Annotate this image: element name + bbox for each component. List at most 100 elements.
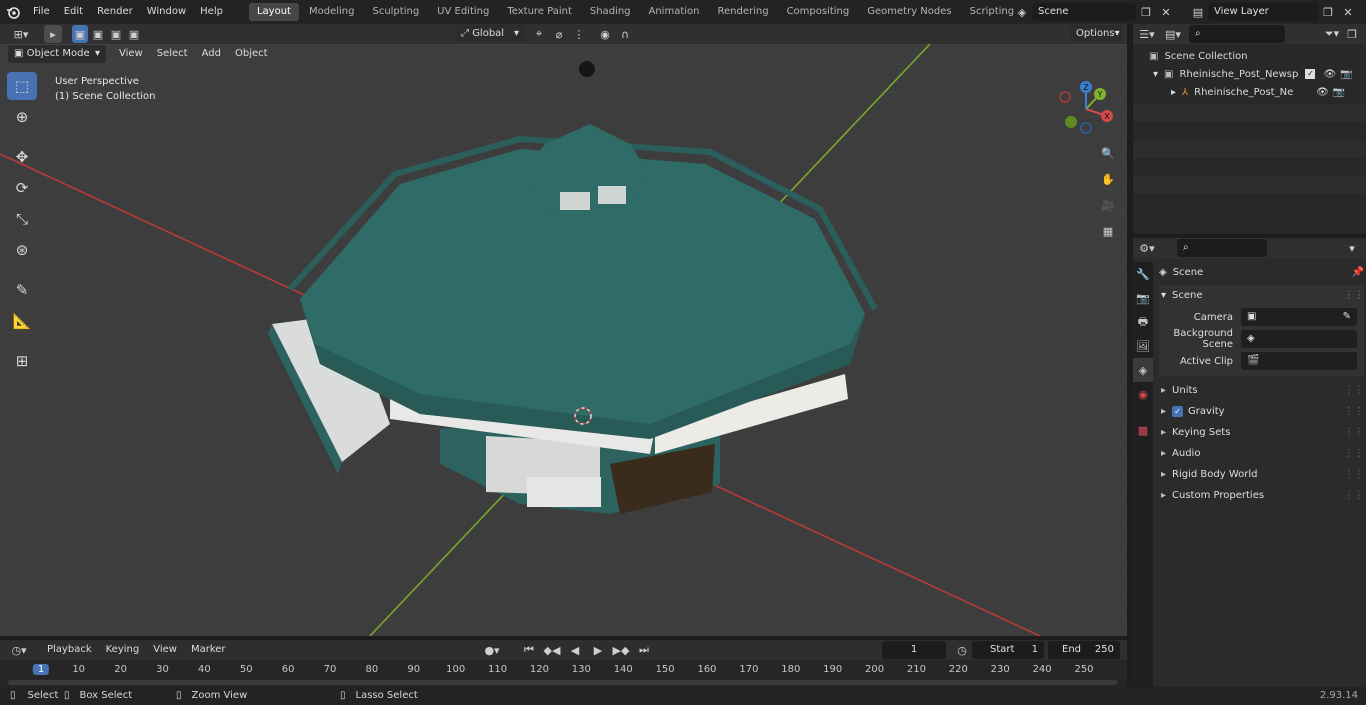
scene-tab-icon[interactable]: ◈ bbox=[1133, 358, 1153, 382]
editor-type-icon[interactable]: ◷▾ bbox=[6, 641, 32, 659]
drag-handle-icon[interactable]: ⋮⋮ bbox=[1344, 406, 1364, 417]
pan-hand-icon[interactable]: ✋ bbox=[1097, 168, 1119, 190]
play-reverse-icon[interactable]: ◀ bbox=[565, 641, 585, 659]
pin-icon[interactable]: 📌 bbox=[1352, 267, 1364, 278]
section-gravity[interactable]: ▸ ✓ Gravity ⋮⋮ bbox=[1159, 401, 1364, 422]
end-frame-field[interactable]: End 250 bbox=[1048, 641, 1120, 659]
timeline-menu-view[interactable]: View bbox=[146, 641, 184, 659]
transform-tool-icon[interactable]: ⊛ bbox=[7, 236, 37, 264]
expand-arrow-icon[interactable]: ▾ bbox=[1153, 69, 1158, 80]
navigation-gizmo[interactable]: X Y Z bbox=[1055, 78, 1117, 140]
world-tab-icon[interactable]: ◉ bbox=[1133, 382, 1153, 406]
cursor-tool-icon[interactable]: ⊕ bbox=[7, 103, 37, 131]
select-box-tool-icon[interactable]: ⬚ bbox=[7, 72, 37, 100]
ortho-grid-icon[interactable]: ▦ bbox=[1097, 220, 1119, 242]
texture-tab-icon[interactable]: ▩ bbox=[1133, 418, 1153, 442]
mode-dropdown[interactable]: ▣ Object Mode ▾ bbox=[8, 45, 106, 63]
record-icon[interactable]: ●▾ bbox=[482, 641, 502, 659]
rotate-tool-icon[interactable]: ⟳ bbox=[7, 174, 37, 202]
drag-handle-icon[interactable]: ⋮⋮ bbox=[1344, 469, 1364, 480]
outliner-search-input[interactable]: ⌕ bbox=[1189, 25, 1285, 43]
select-new-icon[interactable]: ▣ bbox=[72, 25, 88, 43]
3d-viewport[interactable]: User Perspective (1) Scene Collection ⬚ … bbox=[0, 44, 1127, 636]
tab-shading[interactable]: Shading bbox=[582, 3, 639, 21]
add-cube-tool-icon[interactable]: ⊞ bbox=[7, 347, 37, 375]
section-rigid-body-world[interactable]: ▸ Rigid Body World ⋮⋮ bbox=[1159, 464, 1364, 485]
property-field-camera[interactable]: ▣ ✎ bbox=[1241, 308, 1357, 326]
measure-tool-icon[interactable]: 📐 bbox=[7, 307, 37, 335]
timeline-menu-playback[interactable]: Playback bbox=[40, 641, 99, 659]
jump-start-icon[interactable]: ⏮ bbox=[519, 641, 539, 659]
tab-rendering[interactable]: Rendering bbox=[709, 3, 776, 21]
menu-render[interactable]: Render bbox=[90, 0, 140, 24]
expand-arrow-icon[interactable]: ▸ bbox=[1171, 87, 1176, 98]
outliner-scene-collection[interactable]: ▣ Scene Collection bbox=[1133, 47, 1366, 65]
tab-sculpting[interactable]: Sculpting bbox=[364, 3, 427, 21]
tab-layout[interactable]: Layout bbox=[248, 3, 299, 21]
outliner-item[interactable]: ▸ ⅄ Rheinische_Post_Newspa 👁 📷 bbox=[1133, 83, 1366, 101]
chevron-down-icon[interactable]: ▾ bbox=[1342, 239, 1362, 257]
eye-icon[interactable]: 👁 bbox=[1323, 69, 1336, 80]
outliner-item[interactable]: ▾ ▣ Rheinische_Post_Newspaper_ ✓ 👁 📷 bbox=[1133, 65, 1366, 83]
section-keying-sets[interactable]: ▸ Keying Sets ⋮⋮ bbox=[1159, 422, 1364, 443]
editor-type-icon[interactable]: ☰▾ bbox=[1137, 25, 1157, 43]
menu-file[interactable]: File bbox=[26, 0, 57, 24]
tab-modeling[interactable]: Modeling bbox=[301, 3, 363, 21]
menu-window[interactable]: Window bbox=[140, 0, 193, 24]
falloff-icon[interactable]: ∩ bbox=[615, 25, 635, 43]
property-field-background-scene[interactable]: ◈ bbox=[1241, 330, 1357, 348]
snap-icon[interactable]: ⌀ bbox=[549, 25, 569, 43]
exclude-checkbox-icon[interactable]: ✓ bbox=[1305, 69, 1316, 79]
tab-compositing[interactable]: Compositing bbox=[779, 3, 858, 21]
current-frame-field[interactable]: 1 bbox=[882, 641, 946, 659]
prev-keyframe-icon[interactable]: ◆◀ bbox=[542, 641, 562, 659]
section-units[interactable]: ▸ Units ⋮⋮ bbox=[1159, 380, 1364, 401]
pivot-point-icon[interactable]: ⌖ bbox=[529, 25, 549, 43]
transform-orientation-dropdown[interactable]: ⤢ Global ▾ bbox=[455, 25, 525, 43]
jump-end-icon[interactable]: ⏭ bbox=[634, 641, 654, 659]
move-tool-icon[interactable]: ✥ bbox=[7, 143, 37, 171]
tab-uv-editing[interactable]: UV Editing bbox=[429, 3, 497, 21]
start-frame-field[interactable]: Start 1 bbox=[972, 641, 1044, 659]
tab-geometry-nodes[interactable]: Geometry Nodes bbox=[859, 3, 959, 21]
tab-texture-paint[interactable]: Texture Paint bbox=[499, 3, 580, 21]
frame-ruler[interactable]: 1 10 20 30 40 50 60 70 80 90 100 110 120 130 140 150 160… bbox=[0, 660, 1127, 687]
current-frame-marker[interactable]: 1 bbox=[32, 664, 50, 675]
select-subtract-icon[interactable]: ▣ bbox=[108, 25, 124, 43]
property-field-active-clip[interactable]: 🎬 bbox=[1241, 352, 1357, 370]
play-icon[interactable]: ▶ bbox=[588, 641, 608, 659]
drag-handle-icon[interactable]: ⋮⋮ bbox=[1344, 385, 1364, 396]
new-view-layer-icon[interactable]: ❐ bbox=[1318, 3, 1338, 21]
viewport-scene[interactable] bbox=[0, 44, 1127, 636]
eyedropper-icon[interactable]: ✎ bbox=[1343, 308, 1351, 326]
gravity-checkbox[interactable]: ✓ bbox=[1172, 406, 1184, 417]
viewport-menu-add[interactable]: Add bbox=[195, 45, 228, 63]
drag-handle-icon[interactable]: ⋮⋮ bbox=[1344, 427, 1364, 438]
scale-tool-icon[interactable]: ⤡ bbox=[7, 205, 37, 233]
select-extend-icon[interactable]: ▣ bbox=[90, 25, 106, 43]
editor-type-icon[interactable]: ⚙▾ bbox=[1137, 239, 1157, 257]
section-audio[interactable]: ▸ Audio ⋮⋮ bbox=[1159, 443, 1364, 464]
view-layer-tab-icon[interactable]: 🖼 bbox=[1133, 334, 1153, 358]
delete-scene-icon[interactable]: ✕ bbox=[1156, 3, 1176, 21]
tool-tab-icon[interactable]: 🔧 bbox=[1133, 262, 1153, 286]
drag-handle-icon[interactable]: ⋮⋮ bbox=[1344, 290, 1364, 301]
menu-edit[interactable]: Edit bbox=[57, 0, 90, 24]
display-mode-icon[interactable]: ▤▾ bbox=[1163, 25, 1183, 43]
proportional-edit-icon[interactable]: ◉ bbox=[595, 25, 615, 43]
tab-animation[interactable]: Animation bbox=[641, 3, 708, 21]
eye-icon[interactable]: 👁 bbox=[1316, 87, 1329, 98]
camera-render-icon[interactable]: 📷 bbox=[1333, 87, 1345, 98]
menu-help[interactable]: Help bbox=[193, 0, 230, 24]
drag-handle-icon[interactable]: ⋮⋮ bbox=[1344, 490, 1364, 501]
properties-search-input[interactable]: ⌕ bbox=[1177, 239, 1267, 257]
timeline-scrollbar[interactable] bbox=[8, 680, 1118, 685]
editor-type-icon[interactable]: ⊞▾ bbox=[8, 25, 34, 43]
clock-icon[interactable]: ◷ bbox=[952, 641, 972, 659]
view-layer-icon[interactable]: ▤ bbox=[1188, 3, 1208, 21]
scene-icon[interactable]: ◈ bbox=[1012, 3, 1032, 21]
timeline-menu-keying[interactable]: Keying bbox=[99, 641, 147, 659]
output-tab-icon[interactable]: 🖶 bbox=[1133, 310, 1153, 334]
select-tool-icon[interactable]: ▸ bbox=[44, 25, 62, 43]
scene-panel-header[interactable]: ▾ Scene ⋮⋮ bbox=[1159, 285, 1364, 306]
